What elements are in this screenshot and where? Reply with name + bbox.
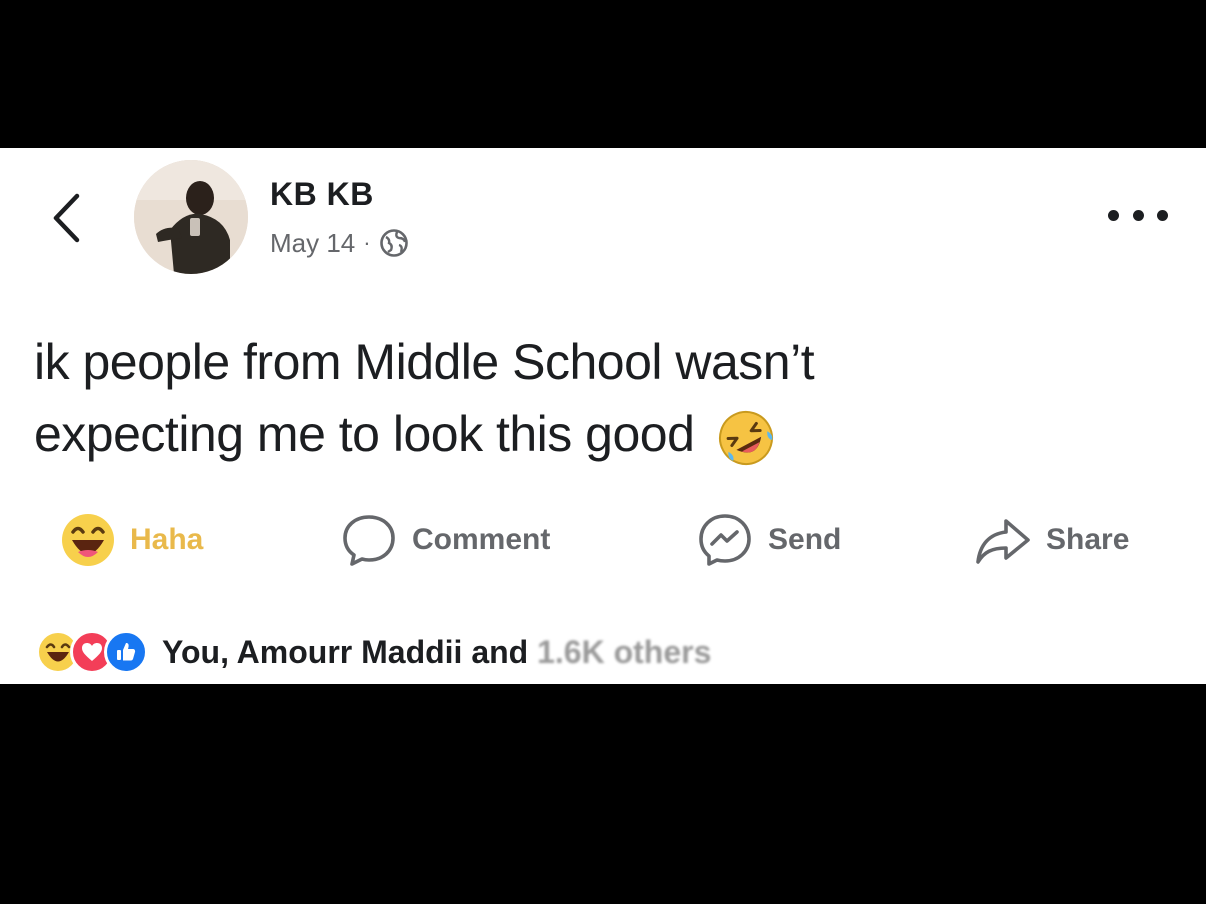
globe-icon (379, 229, 408, 257)
post-text-line-2-text: expecting me to look this good (34, 406, 695, 462)
letterbox-bottom (0, 684, 1206, 904)
heart-shape (82, 643, 102, 661)
post-text: ik people from Middle School wasn’t expe… (34, 326, 1154, 470)
more-dot (1157, 209, 1168, 221)
reaction-icons (36, 630, 148, 674)
share-button[interactable]: Share (974, 510, 1129, 570)
comment-button[interactable]: Comment (340, 510, 550, 570)
haha-reaction-icon (62, 514, 114, 566)
post-text-line-1: ik people from Middle School wasn’t (34, 334, 815, 390)
post-meta: May 14 · (270, 226, 409, 260)
avatar-photo (134, 160, 248, 274)
post-text-line-2: expecting me to look this good (34, 398, 1154, 470)
meta-separator: · (363, 230, 371, 255)
share-arrow-icon (976, 519, 1030, 564)
post-card: KB KB May 14 · ik people from Middle Sch… (0, 148, 1206, 684)
avatar[interactable] (134, 160, 248, 274)
more-options-button[interactable] (1108, 200, 1168, 230)
thumbs-up-shape (117, 643, 136, 661)
reactions-summary[interactable]: You, Amourr Maddii and 1.6K others (36, 626, 711, 678)
send-label: Send (768, 523, 842, 556)
haha-button[interactable]: Haha (60, 510, 203, 570)
author-name[interactable]: KB KB (270, 176, 374, 213)
more-dot (1132, 209, 1144, 221)
comment-label: Comment (412, 523, 551, 556)
share-label: Share (1046, 523, 1130, 556)
chevron-left-icon (53, 193, 80, 243)
reactions-names: You, Amourr Maddii and (162, 633, 538, 670)
more-dot (1108, 209, 1119, 221)
back-button[interactable] (46, 190, 86, 246)
comment-bubble-icon (343, 515, 395, 566)
action-bar: Haha Comment Send Share (0, 510, 1206, 570)
reactions-text: You, Amourr Maddii and 1.6K others (162, 634, 711, 671)
haha-label: Haha (130, 523, 204, 556)
like-reaction-icon (104, 630, 148, 674)
post-date[interactable]: May 14 (270, 228, 355, 259)
letterbox-top (0, 0, 1206, 148)
messenger-icon (699, 514, 751, 566)
rolling-on-floor-laughing-emoji (718, 410, 773, 465)
send-button[interactable]: Send (696, 510, 841, 570)
reactions-others[interactable]: 1.6K others (537, 634, 711, 670)
